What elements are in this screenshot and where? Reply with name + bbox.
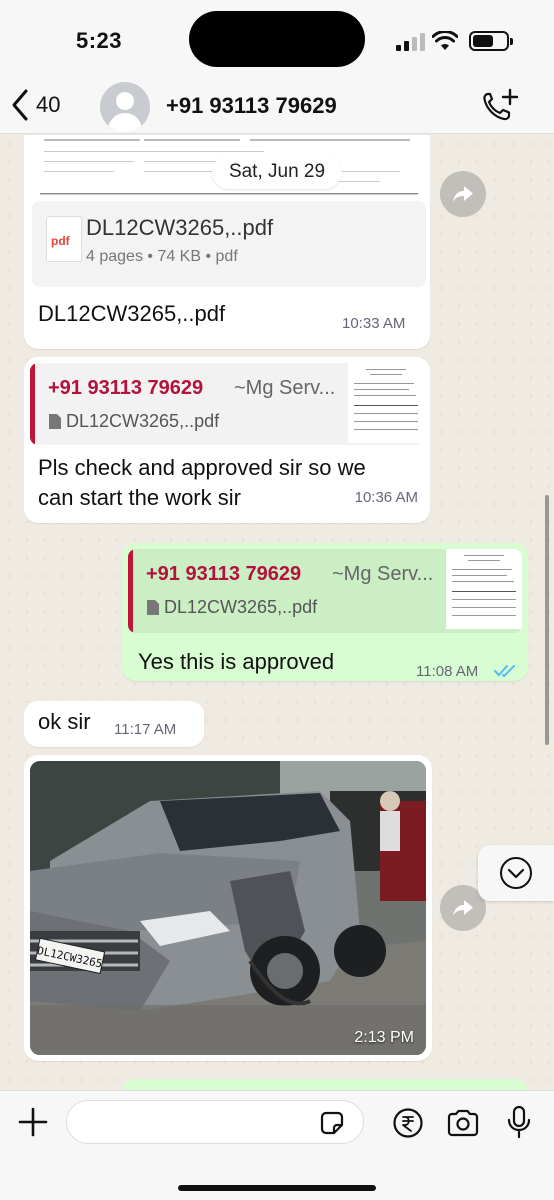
message-time: 11:17 AM [114, 721, 177, 738]
incoming-image-message[interactable]: DL12CW3265 2:13 PM [24, 755, 432, 1061]
quoted-pushname: ~Mg Serv... [332, 563, 434, 585]
home-indicator [178, 1185, 376, 1191]
date-separator: Sat, Jun 29 [212, 155, 342, 189]
forward-button[interactable] [440, 171, 486, 217]
outgoing-message-partial[interactable] [122, 1079, 528, 1090]
message-time: 10:36 AM [354, 489, 418, 506]
quoted-document-thumbnail [446, 549, 522, 629]
quoted-message[interactable]: +91 93113 79629 ~Mg Serv... DL12CW3265,.… [30, 363, 424, 445]
chevron-left-icon [12, 89, 28, 121]
quoted-sender: +91 93113 79629 [146, 563, 302, 585]
scrollbar[interactable] [545, 495, 549, 745]
document-icon [49, 414, 61, 429]
incoming-text-message[interactable]: ok sir 11:17 AM [24, 701, 204, 747]
message-text: Pls check and approved sir so we can sta… [38, 453, 418, 513]
outgoing-reply-message[interactable]: +91 93113 79629 ~Mg Serv... DL12CW3265,.… [122, 543, 528, 681]
rupee-icon[interactable] [392, 1107, 424, 1139]
battery-icon [469, 31, 513, 51]
call-add-icon[interactable] [480, 88, 520, 126]
document-file-name: DL12CW3265,..pdf [86, 215, 274, 240]
forward-icon [453, 900, 473, 916]
message-caption: DL12CW3265,..pdf [38, 301, 226, 326]
camera-icon[interactable] [446, 1109, 480, 1137]
quoted-pushname: ~Mg Serv... [234, 377, 336, 399]
dynamic-island [189, 11, 365, 67]
document-icon [147, 600, 159, 615]
message-input-bar [0, 1090, 554, 1200]
quoted-message[interactable]: +91 93113 79629 ~Mg Serv... DL12CW3265,.… [128, 549, 522, 633]
message-time: 10:33 AM [342, 315, 406, 332]
mic-icon[interactable] [506, 1105, 532, 1139]
quoted-sender: +91 93113 79629 [48, 377, 204, 399]
status-bar: 5:23 [0, 0, 554, 80]
message-time: 11:08 AM [416, 663, 479, 680]
chat-area[interactable]: pdf DL12CW3265,..pdf 4 pages • 74 KB • p… [0, 135, 554, 1090]
car-photo-image: DL12CW3265 [30, 761, 426, 1055]
message-text: Yes this is approved [138, 649, 335, 674]
quoted-file: DL12CW3265,..pdf [48, 411, 219, 432]
scroll-to-bottom-button[interactable] [478, 845, 554, 901]
contact-avatar[interactable] [100, 82, 150, 132]
status-time: 5:23 [76, 28, 123, 53]
document-card[interactable]: pdf DL12CW3265,..pdf 4 pages • 74 KB • p… [32, 201, 426, 287]
wifi-icon [432, 31, 458, 50]
quoted-file: DL12CW3265,..pdf [146, 597, 317, 618]
chevron-down-circle-icon [500, 857, 532, 889]
unread-count: 40 [36, 92, 61, 117]
sticker-icon[interactable] [318, 1109, 346, 1137]
document-info: 4 pages • 74 KB • pdf [86, 248, 238, 265]
chat-header: 40 +91 93113 79629 [0, 80, 554, 134]
read-ticks-icon [494, 665, 515, 677]
car-photo[interactable]: DL12CW3265 2:13 PM [30, 761, 426, 1055]
quoted-document-thumbnail [348, 363, 424, 443]
message-time: 2:13 PM [354, 1029, 414, 1046]
message-text: ok sir [38, 709, 91, 734]
plus-icon[interactable] [16, 1105, 50, 1139]
back-button[interactable]: 40 [10, 88, 60, 122]
incoming-reply-message[interactable]: +91 93113 79629 ~Mg Serv... DL12CW3265,.… [24, 357, 430, 523]
cellular-signal-icon [396, 33, 425, 51]
pdf-file-icon: pdf [46, 216, 82, 262]
forward-icon [453, 186, 473, 202]
contact-name[interactable]: +91 93113 79629 [166, 93, 337, 119]
